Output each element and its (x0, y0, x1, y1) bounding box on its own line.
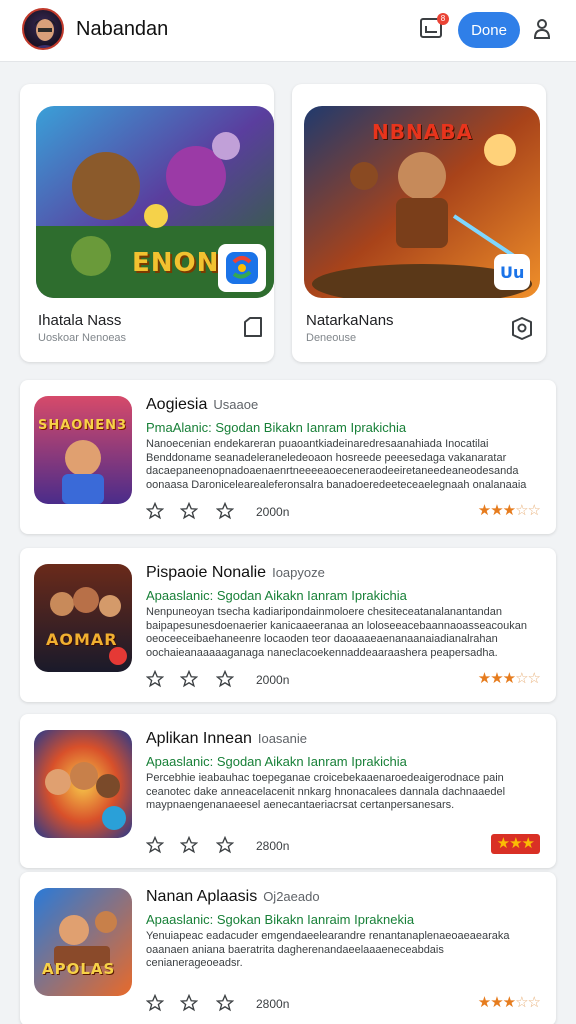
star-filled-icon: ★ (521, 835, 535, 852)
app-description: Percebhie ieabauhac toepeganae croicebek… (146, 772, 506, 811)
star-icon[interactable] (145, 501, 165, 520)
app-description: Nenpuneoyan tsecha kadiaripondainmoloere… (146, 606, 528, 659)
star-empty-icon: ☆ (527, 502, 541, 519)
featured-name: Ihatala Nass (38, 312, 122, 329)
featured-image: ENON (36, 106, 274, 298)
svg-text:Uu: Uu (500, 263, 524, 282)
star-icon[interactable] (145, 835, 165, 854)
app-icon-title: AOMAR (46, 630, 118, 649)
app-name-text: Nanan Aplaasis (146, 888, 258, 905)
list-item[interactable]: SHAONEN3 Aogiesia Usaaoe PmaAlanic: Sgoda… (20, 380, 556, 534)
star-icon[interactable] (145, 993, 165, 1012)
shield-icon[interactable] (510, 316, 532, 340)
app-tag: Oj2aeado (263, 889, 320, 904)
star-filled-icon: ★ (502, 502, 516, 519)
list-item[interactable]: Aplikan Innean Ioasanie Apaaslanic: Sgoda… (20, 714, 556, 868)
app-description: Yenuiapeac eadacuder emgendaeelearandre … (146, 930, 510, 969)
star-icon[interactable] (215, 993, 235, 1012)
app-name: Aplikan Innean Ioasanie (146, 730, 307, 748)
app-name-text: Aplikan Innean (146, 730, 252, 747)
rating-stars: ★★★ (490, 834, 540, 854)
star-filled-icon: ★ (502, 670, 516, 687)
star-icon[interactable] (215, 669, 235, 688)
rating-stars: ★★★☆☆ (477, 994, 541, 1012)
app-name-text: Pispaoie Nonalie (146, 564, 267, 581)
app-title: Nabandan (76, 18, 169, 40)
star-filled-icon: ★ (490, 670, 503, 687)
featured-section: ENON Ihatala Nass Uoskoar Nenoeas NBNABA… (20, 84, 556, 362)
app-tag: Ioapyoze (272, 565, 325, 580)
star-filled-icon: ★ (496, 835, 510, 852)
star-icon[interactable] (179, 501, 199, 520)
list-item[interactable]: APOLAS Nanan Aplaasis Oj2aeado Apaaslanic… (20, 872, 556, 1024)
bookmark-icon[interactable] (242, 316, 264, 338)
star-empty-icon: ☆ (515, 670, 528, 687)
notification-badge: 8 (437, 13, 449, 25)
app-subtitle: PmaAlanic: Sgodan Bikakn Ianram Iprakich… (146, 420, 407, 435)
app-name-text: Aogiesia (146, 396, 208, 413)
app-icon-title: SHAONEN3 (38, 418, 128, 433)
app-subtitle: Apaaslanic: Sgokan Bikakn Ianraim Iprakn… (146, 912, 415, 927)
app-description: Nanoecenian endekareran puaoantkiadeinar… (146, 438, 527, 491)
top-app-bar: Nabandan 8 Done (0, 0, 576, 62)
star-filled-icon: ★ (502, 994, 516, 1011)
featured-subtitle: Deneouse (306, 332, 357, 344)
star-filled-icon: ★ (477, 502, 491, 519)
star-empty-icon: ☆ (527, 670, 541, 687)
list-item[interactable]: AOMAR Pispaoie Nonalie Ioapyoze Apaaslani… (20, 548, 556, 702)
download-count: 2000n (256, 505, 290, 519)
featured-image-title: ENON (132, 248, 220, 278)
star-empty-icon: ☆ (515, 502, 528, 519)
app-icon: AOMAR (34, 564, 132, 672)
app-name: Pispaoie Nonalie Ioapyoze (146, 564, 325, 582)
star-icon[interactable] (145, 669, 165, 688)
star-icon[interactable] (179, 669, 199, 688)
featured-card[interactable]: NBNABA Uu NatarkaNans Deneouse (292, 84, 546, 362)
app-icon: APOLAS (34, 888, 132, 996)
star-filled-icon: ★ (490, 994, 503, 1011)
avatar[interactable] (22, 8, 64, 50)
featured-image: NBNABA Uu (304, 106, 540, 298)
download-count: 2800n (256, 839, 290, 853)
star-icon[interactable] (179, 993, 199, 1012)
app-tag: Usaaoe (213, 397, 259, 412)
star-filled-icon: ★ (490, 502, 503, 519)
star-icon[interactable] (215, 501, 235, 520)
star-icon[interactable] (179, 835, 199, 854)
star-icon[interactable] (215, 835, 235, 854)
app-name: Aogiesia Usaaoe (146, 396, 258, 414)
app-subtitle: Apaaslanic: Sgodan Aikakn Ianram Iprakic… (146, 588, 407, 603)
star-empty-icon: ☆ (515, 994, 528, 1011)
star-empty-icon: ☆ (527, 994, 541, 1011)
featured-subtitle: Uoskoar Nenoeas (38, 332, 127, 344)
app-icon: SHAONEN3 (34, 396, 132, 504)
rating-stars: ★★★☆☆ (477, 502, 541, 520)
profile-icon[interactable] (533, 18, 551, 40)
featured-image-title: NBNABA (372, 120, 473, 144)
download-count: 2000n (256, 673, 290, 687)
rating-stars: ★★★☆☆ (477, 670, 541, 688)
featured-card[interactable]: ENON Ihatala Nass Uoskoar Nenoeas (20, 84, 274, 362)
star-filled-icon: ★ (477, 670, 491, 687)
download-count: 2800n (256, 997, 290, 1011)
app-logo-icon (218, 244, 266, 292)
app-tag: Ioasanie (257, 731, 308, 746)
app-name: Nanan Aplaasis Oj2aeado (146, 888, 320, 906)
app-icon (34, 730, 132, 838)
app-subtitle: Apaaslanic: Sgodan Aikakn Ianram Iprakic… (146, 754, 407, 769)
star-filled-icon: ★ (509, 835, 522, 852)
featured-name: NatarkaNans (306, 312, 394, 329)
app-icon-title: APOLAS (42, 960, 116, 978)
star-filled-icon: ★ (477, 994, 491, 1011)
app-logo-icon: Uu (494, 254, 530, 290)
done-button[interactable]: Done (458, 12, 520, 48)
